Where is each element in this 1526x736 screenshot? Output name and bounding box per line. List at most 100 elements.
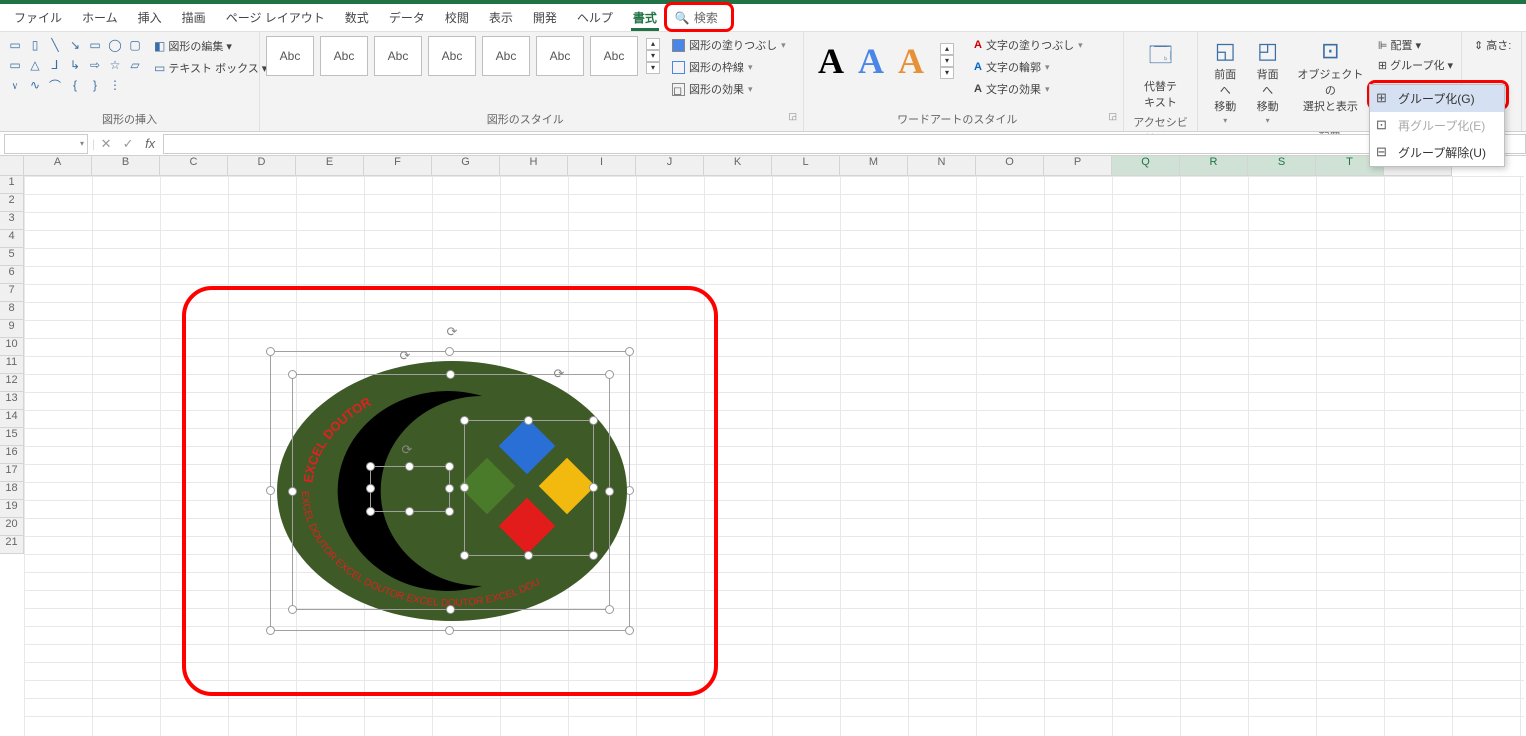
wordart-gallery[interactable]: A A A ▴ ▾ ▾: [810, 36, 962, 86]
column-header-D[interactable]: D: [228, 156, 296, 176]
row-header-13[interactable]: 13: [0, 392, 24, 410]
row-header-17[interactable]: 17: [0, 464, 24, 482]
tab-draw[interactable]: 描画: [172, 5, 216, 30]
column-header-R[interactable]: R: [1180, 156, 1248, 176]
edit-shape-button[interactable]: ◧図形の編集 ▾: [150, 36, 271, 56]
shape-more-icon[interactable]: ⋮: [106, 76, 124, 94]
shape-rect2-icon[interactable]: ▭: [6, 56, 24, 74]
bring-forward-button[interactable]: ◱ 前面へ 移動▾: [1204, 36, 1246, 127]
group-button[interactable]: ⊞グループ化▾: [1376, 56, 1455, 74]
tab-formulas[interactable]: 数式: [335, 5, 379, 30]
style-preset-5[interactable]: Abc: [482, 36, 530, 76]
gallery-more-icon[interactable]: ▾: [646, 62, 660, 74]
shape-textbox-v-icon[interactable]: ▯: [26, 36, 44, 54]
send-backward-button[interactable]: ◰ 背面へ 移動▾: [1246, 36, 1288, 127]
height-label[interactable]: ⇕高さ:: [1472, 36, 1513, 54]
shape-doc-icon[interactable]: ▱: [126, 56, 144, 74]
shape-roundrect-icon[interactable]: ▢: [126, 36, 144, 54]
style-preset-3[interactable]: Abc: [374, 36, 422, 76]
fx-icon[interactable]: fx: [139, 136, 161, 151]
selection-box-crescent[interactable]: [370, 466, 450, 512]
text-outline-button[interactable]: A文字の輪郭▾: [972, 58, 1085, 76]
shape-textbox-icon[interactable]: ▭: [6, 36, 24, 54]
tab-file[interactable]: ファイル: [4, 5, 72, 30]
tab-developer[interactable]: 開発: [523, 5, 567, 30]
style-preset-2[interactable]: Abc: [320, 36, 368, 76]
tab-page-layout[interactable]: ページ レイアウト: [216, 5, 335, 30]
row-header-2[interactable]: 2: [0, 194, 24, 212]
column-header-G[interactable]: G: [432, 156, 500, 176]
shape-effects-button[interactable]: ◻図形の効果▾: [670, 80, 788, 98]
column-header-M[interactable]: M: [840, 156, 908, 176]
wa-down-icon[interactable]: ▾: [940, 55, 954, 67]
column-header-J[interactable]: J: [636, 156, 704, 176]
row-header-11[interactable]: 11: [0, 356, 24, 374]
shape-styles-launcher-icon[interactable]: ◲: [788, 111, 797, 122]
row-header-9[interactable]: 9: [0, 320, 24, 338]
row-header-21[interactable]: 21: [0, 536, 24, 554]
gallery-up-icon[interactable]: ▴: [646, 38, 660, 50]
shape-tri-icon[interactable]: △: [26, 56, 44, 74]
tab-format[interactable]: 書式: [623, 5, 667, 30]
worksheet-area[interactable]: ABCDEFGHIJKLMNOPQRSTU 123456789101112131…: [0, 156, 1526, 729]
tab-view[interactable]: 表示: [479, 5, 523, 30]
selection-box-diamonds[interactable]: [464, 420, 594, 556]
row-header-14[interactable]: 14: [0, 410, 24, 428]
shape-fill-button[interactable]: 図形の塗りつぶし▾: [670, 36, 788, 54]
align-button[interactable]: ⊫配置▾: [1376, 36, 1455, 54]
name-box-dropdown-icon[interactable]: ▾: [80, 139, 84, 148]
rotation-handle-inner-3[interactable]: ⟳: [400, 442, 414, 456]
wordart-style-2[interactable]: A: [858, 40, 884, 82]
shape-arrow-icon[interactable]: ↘: [66, 36, 84, 54]
wa-up-icon[interactable]: ▴: [940, 43, 954, 55]
column-header-K[interactable]: K: [704, 156, 772, 176]
shape-oval-icon[interactable]: ◯: [106, 36, 124, 54]
selected-shapes-group[interactable]: ⟳ EXCEL DOUTO: [252, 336, 652, 656]
wordart-style-3[interactable]: A: [898, 40, 924, 82]
tab-insert[interactable]: 挿入: [128, 5, 172, 30]
gallery-down-icon[interactable]: ▾: [646, 50, 660, 62]
row-header-8[interactable]: 8: [0, 302, 24, 320]
row-header-15[interactable]: 15: [0, 428, 24, 446]
column-header-L[interactable]: L: [772, 156, 840, 176]
shape-arc-icon[interactable]: ⌒: [46, 76, 64, 94]
formula-enter-icon[interactable]: ✓: [117, 136, 139, 152]
row-header-16[interactable]: 16: [0, 446, 24, 464]
column-header-C[interactable]: C: [160, 156, 228, 176]
row-header-4[interactable]: 4: [0, 230, 24, 248]
shape-arrow2-icon[interactable]: ↳: [66, 56, 84, 74]
name-box[interactable]: ▾: [4, 134, 88, 154]
shape-free-icon[interactable]: ∿: [26, 76, 44, 94]
search-label[interactable]: 検索: [694, 9, 718, 26]
style-preset-7[interactable]: Abc: [590, 36, 638, 76]
row-header-6[interactable]: 6: [0, 266, 24, 284]
column-header-S[interactable]: S: [1248, 156, 1316, 176]
text-fill-button[interactable]: A文字の塗りつぶし▾: [972, 36, 1085, 54]
text-effects-button[interactable]: A文字の効果▾: [972, 80, 1085, 98]
shape-outline-button[interactable]: 図形の枠線▾: [670, 58, 788, 76]
selection-pane-button[interactable]: ⊡ オブジェクトの 選択と表示: [1289, 36, 1372, 116]
wordart-style-1[interactable]: A: [818, 40, 844, 82]
row-header-18[interactable]: 18: [0, 482, 24, 500]
formula-cancel-icon[interactable]: ✕: [95, 136, 117, 152]
column-header-H[interactable]: H: [500, 156, 568, 176]
column-header-Q[interactable]: Q: [1112, 156, 1180, 176]
formula-input[interactable]: [163, 134, 1526, 154]
column-header-F[interactable]: F: [364, 156, 432, 176]
tab-help[interactable]: ヘルプ: [567, 5, 623, 30]
shape-curve-icon[interactable]: ᥎: [6, 76, 24, 94]
rotation-handle-inner-1[interactable]: ⟳: [398, 348, 412, 362]
shape-hex-icon[interactable]: ☆: [106, 56, 124, 74]
style-preset-1[interactable]: Abc: [266, 36, 314, 76]
shape-style-gallery[interactable]: Abc Abc Abc Abc Abc Abc Abc ▴ ▾ ▾: [266, 36, 660, 76]
wordart-launcher-icon[interactable]: ◲: [1108, 111, 1117, 122]
style-preset-6[interactable]: Abc: [536, 36, 584, 76]
shape-brace-r-icon[interactable]: }: [86, 76, 104, 94]
row-header-19[interactable]: 19: [0, 500, 24, 518]
tab-home[interactable]: ホーム: [72, 5, 128, 30]
column-header-A[interactable]: A: [24, 156, 92, 176]
tab-data[interactable]: データ: [379, 5, 435, 30]
shape-brace-l-icon[interactable]: {: [66, 76, 84, 94]
row-header-3[interactable]: 3: [0, 212, 24, 230]
text-box-button[interactable]: ▭テキスト ボックス ▾: [150, 58, 271, 78]
